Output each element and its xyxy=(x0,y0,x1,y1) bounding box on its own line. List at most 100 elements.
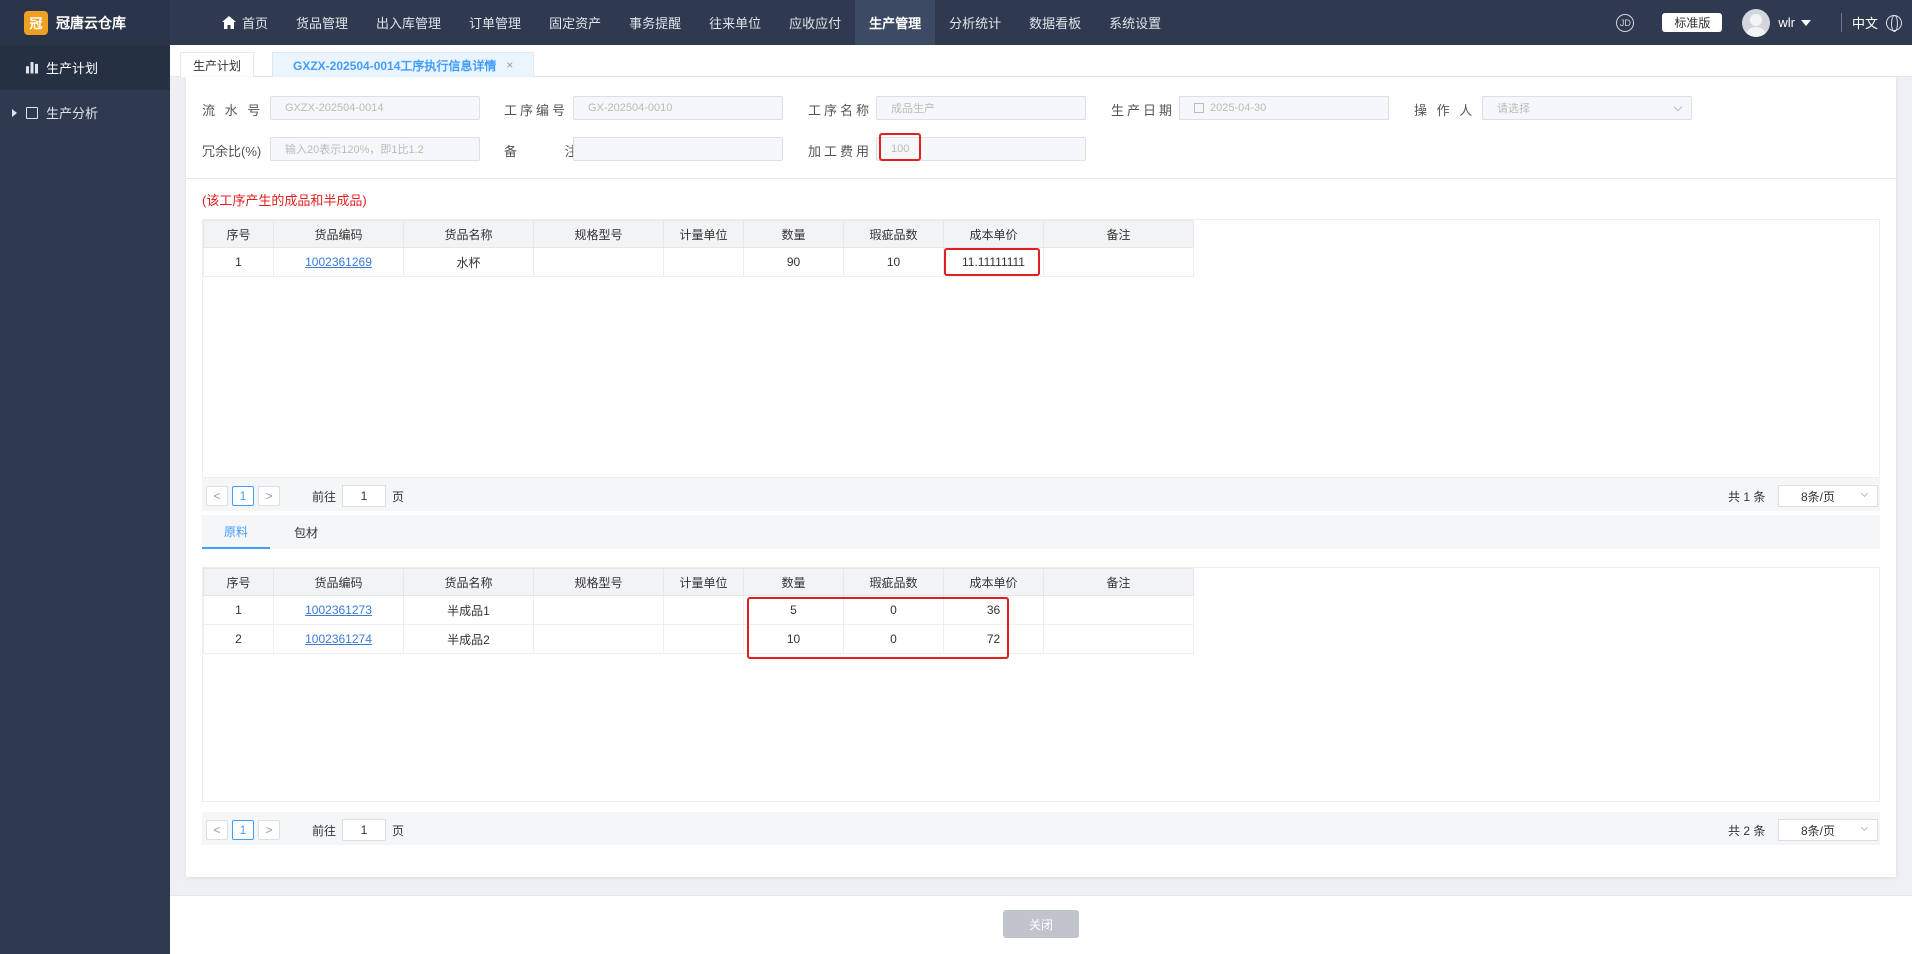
tab-label: GXZX-202504-0014工序执行信息详情 xyxy=(293,58,497,73)
cell-no: 2 xyxy=(203,624,274,654)
app-logo[interactable]: 冠 冠唐云仓库 xyxy=(0,0,170,45)
goto-page-input[interactable]: 1 xyxy=(342,819,386,841)
globe-icon[interactable] xyxy=(1886,14,1902,32)
app-name: 冠唐云仓库 xyxy=(56,14,126,31)
cell-code: 1002361274 xyxy=(273,624,404,654)
col-header: 瑕疵品数 xyxy=(843,220,944,248)
process-no-field[interactable]: GX-202504-0010 xyxy=(573,96,783,120)
next-page-button[interactable]: > xyxy=(258,820,280,840)
nav-assets[interactable]: 固定资产 xyxy=(535,0,615,45)
serial-field[interactable]: GXZX-202504-0014 xyxy=(270,96,480,120)
page-size-select[interactable]: 8条/页 xyxy=(1778,485,1878,507)
jd-icon[interactable]: JD xyxy=(1616,13,1635,32)
tab-production-plan[interactable]: 生产计划 xyxy=(180,52,255,77)
cell-spec xyxy=(533,624,664,654)
cell-note xyxy=(1043,247,1194,277)
nav-goods[interactable]: 货品管理 xyxy=(282,0,362,45)
avatar[interactable] xyxy=(1742,8,1771,37)
page-number[interactable]: 1 xyxy=(232,820,254,840)
nav-orders[interactable]: 订单管理 xyxy=(455,0,535,45)
nav-home[interactable]: 首页 xyxy=(208,0,282,45)
tab-packaging[interactable]: 包材 xyxy=(294,515,318,549)
cell-unit xyxy=(663,247,744,277)
prev-page-button[interactable]: < xyxy=(206,486,228,506)
nav-inout[interactable]: 出入库管理 xyxy=(362,0,455,45)
products-table: 序号 货品编码 货品名称 规格型号 计量单位 数量 瑕疵品数 成本单价 备注 1… xyxy=(202,219,1880,478)
process-no-label: 工序编号 xyxy=(504,103,569,118)
calendar-icon xyxy=(1194,103,1204,113)
page-size-value: 8条/页 xyxy=(1801,489,1836,504)
goods-code-link[interactable]: 1002361273 xyxy=(305,603,372,617)
chevron-down-icon xyxy=(1860,823,1869,832)
next-page-button[interactable]: > xyxy=(258,486,280,506)
prev-page-button[interactable]: < xyxy=(206,820,228,840)
materials-grid: 序号 货品编码 货品名称 规格型号 计量单位 数量 瑕疵品数 成本单价 备注 1… xyxy=(203,568,1194,654)
bar-chart-icon xyxy=(26,61,38,74)
total-count: 共 1 条 xyxy=(1728,490,1766,504)
goto-label: 前往 xyxy=(312,490,337,504)
page-size-value: 8条/页 xyxy=(1801,823,1836,838)
footer-bar: 关闭 xyxy=(170,895,1912,954)
nav-reminders[interactable]: 事务提醒 xyxy=(615,0,695,45)
close-button[interactable]: 关闭 xyxy=(1003,910,1079,938)
process-name-field[interactable]: 成品生产 xyxy=(876,96,1086,120)
table-row[interactable]: 1 1002361273 半成品1 5 0 36 xyxy=(203,595,1194,625)
caret-right-icon xyxy=(12,108,17,117)
goods-code-link[interactable]: 1002361269 xyxy=(305,255,372,269)
page-size-select[interactable]: 8条/页 xyxy=(1778,819,1878,841)
nav-dashboard[interactable]: 数据看板 xyxy=(1015,0,1095,45)
nav-production[interactable]: 生产管理 xyxy=(855,0,936,45)
goto-page-input[interactable]: 1 xyxy=(342,485,386,507)
col-header: 货品编码 xyxy=(273,220,404,248)
col-header: 成本单价 xyxy=(943,220,1044,248)
nav-analysis[interactable]: 分析统计 xyxy=(935,0,1015,45)
col-header: 货品名称 xyxy=(403,568,534,596)
col-header: 瑕疵品数 xyxy=(843,568,944,596)
cell-note xyxy=(1043,595,1194,625)
tab-process-detail[interactable]: GXZX-202504-0014工序执行信息详情 × xyxy=(272,52,535,77)
sidebar-item-production-plan[interactable]: 生产计划 xyxy=(0,45,170,90)
sidebar-item-label: 生产分析 xyxy=(46,106,99,121)
col-header: 数量 xyxy=(743,568,844,596)
operator-select[interactable]: 请选择 xyxy=(1482,96,1692,120)
serial-label: 流 水 号 xyxy=(202,103,264,118)
col-header: 序号 xyxy=(203,220,274,248)
col-header: 成本单价 xyxy=(943,568,1044,596)
cell-no: 1 xyxy=(203,595,274,625)
username[interactable]: wlr xyxy=(1778,15,1795,30)
cell-no: 1 xyxy=(203,247,274,277)
nav-finance[interactable]: 应收应付 xyxy=(775,0,855,45)
table-row[interactable]: 2 1002361274 半成品2 10 0 72 xyxy=(203,624,1194,654)
col-header: 数量 xyxy=(743,220,844,248)
nav-settings[interactable]: 系统设置 xyxy=(1095,0,1175,45)
cell-qty: 90 xyxy=(743,247,844,277)
nav-partners[interactable]: 往来单位 xyxy=(695,0,775,45)
topbar-right: JD 标准版 wlr 中文 xyxy=(1616,0,1912,45)
home-icon xyxy=(222,16,236,29)
process-name-label: 工序名称 xyxy=(808,103,873,118)
goto-label: 前往 xyxy=(312,824,337,838)
top-navbar: 冠 冠唐云仓库 首页 货品管理 出入库管理 订单管理 固定资产 事务提醒 往来单… xyxy=(0,0,1912,45)
date-field[interactable]: 2025-04-30 xyxy=(1179,96,1389,120)
chevron-down-icon[interactable] xyxy=(1800,19,1811,26)
date-label: 生产日期 xyxy=(1111,103,1176,118)
col-header: 货品名称 xyxy=(403,220,534,248)
sidebar-item-production-analysis[interactable]: 生产分析 xyxy=(0,90,170,135)
table-row[interactable]: 1 1002361269 水杯 90 10 11.11111111 xyxy=(203,247,1194,277)
operator-placeholder: 请选择 xyxy=(1497,103,1530,115)
goods-code-link[interactable]: 1002361274 xyxy=(305,632,372,646)
page-number[interactable]: 1 xyxy=(232,486,254,506)
tab-raw-material[interactable]: 原料 xyxy=(202,515,271,549)
remark-field[interactable] xyxy=(573,137,783,161)
logo-icon: 冠 xyxy=(24,10,48,35)
chevron-down-icon xyxy=(1673,102,1683,112)
cell-code: 1002361273 xyxy=(273,595,404,625)
products-pager: < 1 > 前往 1 页 共 1 条 8条/页 xyxy=(202,478,1880,511)
cell-spec xyxy=(533,247,664,277)
col-header: 规格型号 xyxy=(533,568,664,596)
col-header: 规格型号 xyxy=(533,220,664,248)
col-header: 备注 xyxy=(1043,568,1194,596)
close-icon[interactable]: × xyxy=(506,58,513,72)
redundancy-field[interactable]: 输入20表示120%，即1比1.2 xyxy=(270,137,480,161)
language-switch[interactable]: 中文 xyxy=(1840,13,1878,32)
